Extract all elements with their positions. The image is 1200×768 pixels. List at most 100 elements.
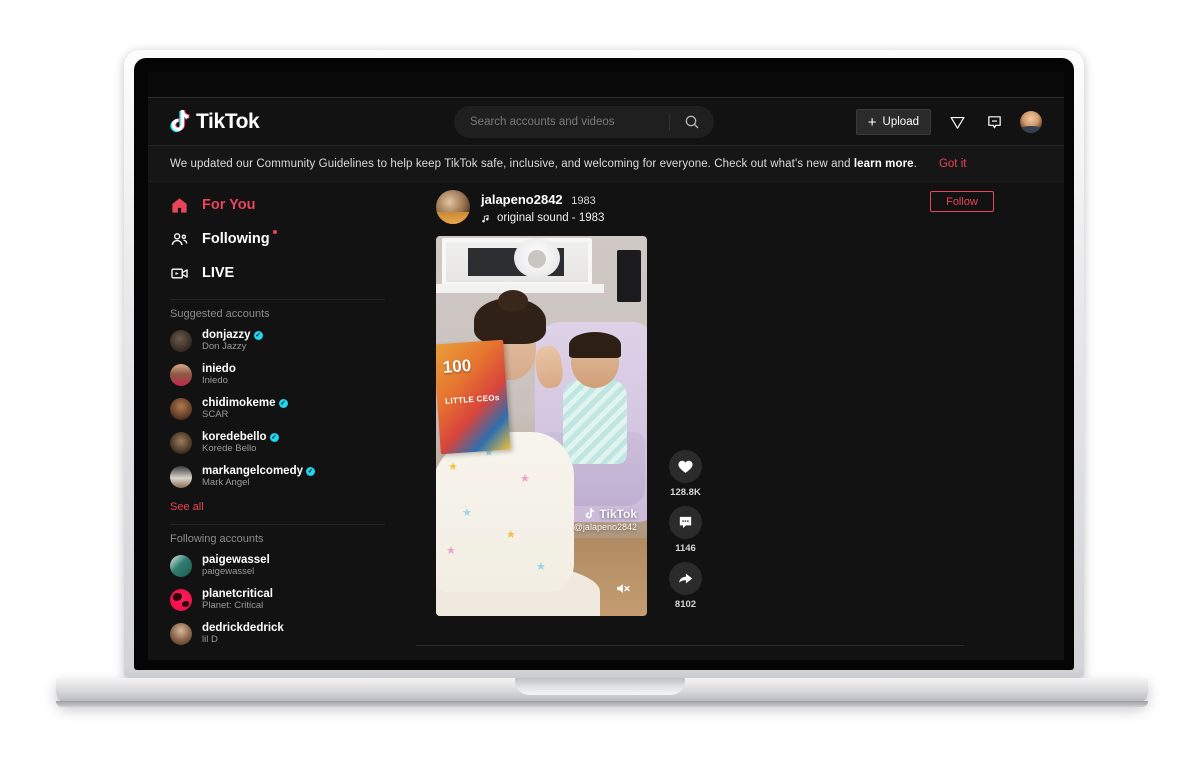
paper-plane-icon bbox=[950, 116, 964, 129]
sidebar-item-for-you[interactable]: For You bbox=[170, 188, 406, 222]
pajama-star-icon: ★ bbox=[446, 545, 456, 557]
inbox-button[interactable] bbox=[983, 111, 1005, 133]
following-accounts-title: Following accounts bbox=[170, 533, 264, 545]
book-number-text: 100 bbox=[442, 356, 472, 377]
tiktok-logo[interactable]: TikTok bbox=[170, 109, 260, 134]
like-button[interactable]: 128.8K bbox=[669, 450, 702, 498]
pajama-star-icon: ★ bbox=[520, 473, 530, 485]
laptop-base-notch bbox=[515, 678, 685, 695]
tiktok-logo-text: TikTok bbox=[196, 109, 260, 133]
search-bar[interactable] bbox=[454, 106, 714, 138]
laptop-foot bbox=[56, 701, 1148, 707]
app-header: TikTok + Upload bbox=[148, 98, 1064, 146]
post-username: jalapeno2842 bbox=[481, 192, 563, 207]
like-count: 128.8K bbox=[670, 487, 701, 498]
video-row: ★ ★ ★ ★ ★ ★ ★ 100 LITTLE CEOs TikTok @ja… bbox=[436, 236, 1064, 616]
avatar bbox=[170, 623, 192, 645]
post-sound[interactable]: original sound - 1983 bbox=[481, 212, 604, 224]
search-button[interactable] bbox=[670, 106, 714, 138]
laptop-frame: TikTok + Upload bbox=[0, 0, 1200, 768]
post-author[interactable]: jalapeno2842 1983 bbox=[481, 192, 604, 207]
sidebar-divider-1 bbox=[170, 299, 385, 300]
share-button-circle bbox=[669, 562, 702, 595]
sidebar-label-for-you: For You bbox=[202, 197, 256, 213]
message-icon bbox=[987, 115, 1001, 128]
watermark-brand-row: TikTok bbox=[574, 507, 637, 521]
comment-count: 1146 bbox=[675, 543, 696, 554]
share-button[interactable]: 8102 bbox=[669, 562, 702, 610]
video-player[interactable]: ★ ★ ★ ★ ★ ★ ★ 100 LITTLE CEOs TikTok @ja… bbox=[436, 236, 647, 616]
avatar bbox=[170, 589, 192, 611]
video-pajama-shape: ★ ★ ★ ★ ★ ★ ★ bbox=[436, 432, 574, 592]
tiktok-app: TikTok + Upload bbox=[148, 98, 1064, 660]
verified-badge-icon: ✓ bbox=[306, 467, 315, 477]
comment-button[interactable]: 1146 bbox=[669, 506, 702, 554]
post-header: jalapeno2842 1983 original sound - 1983 … bbox=[436, 190, 1064, 224]
avatar bbox=[170, 330, 192, 352]
comment-icon bbox=[679, 516, 692, 529]
video-baby-hair bbox=[569, 332, 621, 358]
planet-landmass-shape-2 bbox=[182, 601, 189, 607]
feed-post-divider bbox=[416, 645, 964, 646]
account-name: Planet: Critical bbox=[202, 600, 264, 612]
account-name: Mark Angel bbox=[202, 477, 250, 489]
list-item[interactable]: planetcritical Planet: Critical bbox=[170, 586, 406, 614]
video-action-rail: 128.8K 1146 8102 bbox=[669, 450, 702, 616]
video-watermark: TikTok @jalapeno2842 bbox=[574, 507, 637, 532]
video-speaker-shape bbox=[617, 250, 641, 302]
sidebar-item-following[interactable]: Following bbox=[170, 222, 406, 256]
share-icon bbox=[679, 573, 693, 584]
mute-toggle-button[interactable] bbox=[613, 578, 633, 598]
verified-badge-icon: ✓ bbox=[278, 399, 288, 409]
list-item[interactable]: chidimokeme ✓ SCAR bbox=[170, 395, 406, 423]
video-woman-hairbun bbox=[498, 290, 528, 312]
see-all-button[interactable]: See all bbox=[170, 501, 204, 513]
pajama-star-icon: ★ bbox=[536, 561, 546, 573]
account-text: planetcritical Planet: Critical bbox=[202, 588, 273, 612]
account-text: donjazzy ✓ Don Jazzy bbox=[202, 329, 263, 353]
banner-dismiss-button[interactable]: Got it bbox=[939, 158, 966, 170]
list-item[interactable]: paigewassel paigewassel bbox=[170, 552, 406, 580]
sidebar-label-live: LIVE bbox=[202, 265, 235, 281]
banner-text: We updated our Community Guidelines to h… bbox=[170, 158, 917, 170]
tiktok-note-icon bbox=[586, 508, 595, 519]
video-pillow-shape bbox=[514, 238, 560, 278]
list-item[interactable]: markangelcomedy ✓ Mark Angel bbox=[170, 463, 406, 491]
avatar bbox=[170, 432, 192, 454]
speaker-muted-icon bbox=[616, 583, 630, 593]
banner-learn-more-link[interactable]: learn more bbox=[854, 158, 914, 170]
post-author-avatar[interactable] bbox=[436, 190, 470, 224]
list-item[interactable]: koredebello ✓ Korede Bello bbox=[170, 429, 406, 457]
sidebar-divider-2 bbox=[170, 524, 385, 525]
post-sound-label: original sound - 1983 bbox=[497, 212, 605, 224]
sidebar-label-following: Following bbox=[202, 230, 277, 247]
video-book-shape: 100 LITTLE CEOs bbox=[436, 339, 511, 455]
music-note-icon bbox=[482, 214, 489, 222]
account-name: Iniedo bbox=[202, 375, 228, 387]
banner-text-part2: . bbox=[913, 157, 917, 170]
planet-landmass-shape bbox=[173, 593, 182, 601]
search-input[interactable] bbox=[454, 116, 669, 128]
account-name: lil D bbox=[202, 634, 218, 646]
sidebar-item-live[interactable]: LIVE bbox=[170, 256, 406, 290]
upload-button[interactable]: + Upload bbox=[855, 109, 931, 135]
post-meta: jalapeno2842 1983 original sound - 1983 bbox=[481, 190, 604, 224]
account-name: SCAR bbox=[202, 409, 229, 421]
list-item[interactable]: iniedo Iniedo bbox=[170, 361, 406, 389]
following-notification-dot bbox=[272, 230, 277, 234]
verified-badge-icon: ✓ bbox=[269, 433, 279, 443]
account-text: dedrickdedrick lil D bbox=[202, 622, 284, 646]
list-item[interactable]: donjazzy ✓ Don Jazzy bbox=[170, 327, 406, 355]
list-item[interactable]: dedrickdedrick lil D bbox=[170, 620, 406, 648]
share-count: 8102 bbox=[674, 599, 697, 610]
account-text: iniedo Iniedo bbox=[202, 363, 236, 387]
home-icon bbox=[172, 197, 187, 213]
sidebar-label-following-text: Following bbox=[202, 231, 270, 247]
post-nickname: 1983 bbox=[571, 195, 596, 207]
upload-label: Upload bbox=[882, 116, 919, 128]
people-icon bbox=[171, 232, 188, 245]
send-message-button[interactable] bbox=[946, 111, 968, 133]
profile-avatar[interactable] bbox=[1020, 111, 1042, 133]
avatar bbox=[170, 555, 192, 577]
follow-button[interactable]: Follow bbox=[930, 191, 994, 212]
